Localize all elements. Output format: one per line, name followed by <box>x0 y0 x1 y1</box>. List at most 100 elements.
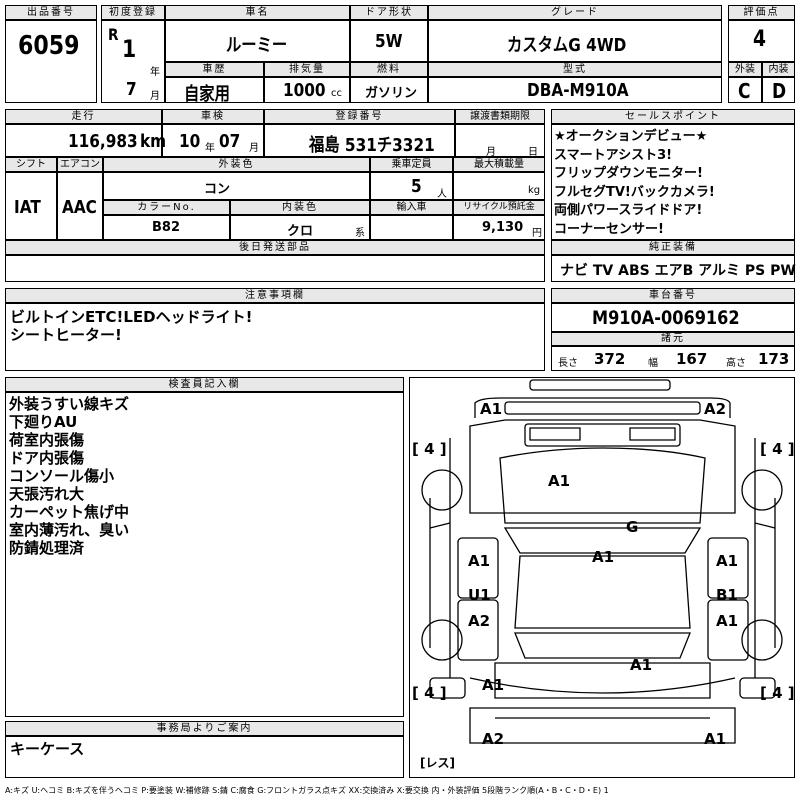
tire-depth: 4 <box>772 684 783 702</box>
inspector-line: 天張汚れ大 <box>9 485 85 503</box>
reg-box: 福島 531チ3321 <box>264 124 455 157</box>
inspector-box: 外装うすい線キズ 下廻りAU 荷室内張傷 ドア内張傷 コンソール傷小 天張汚れ大… <box>5 392 404 717</box>
score: 4 <box>753 27 767 52</box>
mileage-label: 走行 <box>5 109 162 124</box>
inspection-label: 車検 <box>162 109 264 124</box>
office-label: 事務局よりご案内 <box>5 721 404 736</box>
month-unit: 月 <box>150 91 160 102</box>
spare-tire: [レス] <box>420 756 455 770</box>
mileage-box: 116,983 km <box>5 124 166 157</box>
displacement-label: 排気量 <box>264 62 350 77</box>
sales-line: ★オークションデビュー★ <box>554 129 708 144</box>
mark-front-right: A2 <box>704 400 727 418</box>
spare-value: レス <box>425 756 450 770</box>
load-box: kg <box>453 172 545 200</box>
mark-back-door: A1 <box>630 656 653 674</box>
door-type: 5W <box>375 31 403 52</box>
mark-rear-left-quarter: A1 <box>482 676 505 694</box>
exterior-label: 外装 <box>728 62 762 77</box>
later-box <box>5 255 545 282</box>
tire-depth: 4 <box>772 440 783 458</box>
model-box: DBA-M910A <box>428 77 722 103</box>
sales-line: フリップダウンモニター! <box>554 166 703 181</box>
chassis-label: 車台番号 <box>551 288 795 303</box>
inspector-line: 防錆処理済 <box>9 539 85 557</box>
history-box: 自家用 <box>165 77 264 105</box>
displacement-box: 1000 cc <box>264 77 350 103</box>
reg-number: 福島 531チ3321 <box>309 135 435 156</box>
inspection-box: 10 年 07 月 <box>162 124 264 157</box>
history-label: 車歴 <box>165 62 264 77</box>
tire-depth: 4 <box>424 684 435 702</box>
first-reg-year: 1 <box>122 35 137 63</box>
transfer-day: 日 <box>528 147 538 158</box>
score-box: 4 <box>728 20 795 62</box>
mark-roof: A1 <box>592 548 615 566</box>
car-name-label: 車名 <box>165 5 350 20</box>
transfer-label: 譲渡書類期限 <box>455 109 545 124</box>
mark-front-left: A1 <box>480 400 503 418</box>
car-diagram-svg <box>421 379 783 744</box>
width: 167 <box>676 350 708 368</box>
length-label: 長さ <box>558 358 578 369</box>
color-box: コン <box>103 172 370 200</box>
tire-front-right: [ 4 ] <box>760 440 795 458</box>
legend: A:キズ U:ヘコミ B:キズを伴うヘコミ P:要塗装 W:補修跡 S:錆 C:… <box>5 786 609 795</box>
equipment-box: ナビ TV ABS エアB アルミ PS PW <box>551 255 796 282</box>
inspector-line: コンソール傷小 <box>9 467 115 485</box>
height: 173 <box>758 350 790 368</box>
lot-label: 出品番号 <box>5 5 97 20</box>
displacement-unit: cc <box>331 88 342 99</box>
mark-right-rear-low: A1 <box>716 612 739 630</box>
fuel: ガソリン <box>365 86 418 101</box>
spec-label: 諸元 <box>551 332 795 346</box>
grade-box: カスタムG 4WD <box>428 20 722 62</box>
color-no: B82 <box>152 220 180 235</box>
int-color-box: クロ 系 <box>230 215 370 240</box>
capacity-unit: 人 <box>437 189 447 200</box>
interior-label: 内装 <box>762 62 795 77</box>
capacity: 5 <box>411 176 422 197</box>
chassis-box: M910A-0069162 <box>551 303 795 332</box>
first-reg-box: R 1 年 7 月 <box>101 20 165 103</box>
exterior-score: C <box>738 79 751 103</box>
car-name-box: ルーミー <box>165 20 350 62</box>
reg-label: 登録番号 <box>264 109 455 124</box>
spec-box: 長さ 372 幅 167 高さ 173 <box>551 346 795 371</box>
era: R <box>108 25 119 44</box>
recycle-unit: 円 <box>532 228 542 239</box>
inspector-line: 室内薄汚れ、臭い <box>9 521 130 539</box>
interior-score: D <box>772 79 787 103</box>
color-no-label: カラーNo. <box>103 200 230 215</box>
later-label: 後日発送部品 <box>5 240 545 255</box>
interior-box: D <box>762 77 795 103</box>
width-label: 幅 <box>648 358 658 369</box>
inspector-list: 外装うすい線キズ 下廻りAU 荷室内張傷 ドア内張傷 コンソール傷小 天張汚れ大… <box>9 395 129 557</box>
first-reg-month: 7 <box>126 79 137 100</box>
inspector-line: 荷室内張傷 <box>9 431 85 449</box>
inspector-line: カーペット焦げ中 <box>9 503 130 521</box>
lot-number: 6059 <box>18 31 80 61</box>
import-box <box>370 215 453 240</box>
first-reg-label: 初度登録 <box>101 5 165 20</box>
transfer-box: 月 日 <box>455 124 545 158</box>
model-label: 型式 <box>428 62 722 77</box>
inspector-line: 外装うすい線キズ <box>9 395 130 413</box>
displacement: 1000 <box>283 80 326 101</box>
caution-box: ビルトインETC!LEDヘッドライト! シートヒーター! <box>5 303 545 371</box>
insp-month: 07 <box>219 131 241 152</box>
mark-right-front-door: A1 <box>716 552 739 570</box>
int-color-label: 内装色 <box>230 200 370 215</box>
equipment-label: 純正装備 <box>551 240 795 255</box>
mark-hood: A1 <box>548 472 571 490</box>
int-color: クロ <box>287 224 314 239</box>
history: 自家用 <box>184 84 230 105</box>
shift-box: IAT <box>5 172 57 240</box>
fuel-label: 燃料 <box>350 62 428 77</box>
insp-year: 10 <box>179 131 201 152</box>
mark-left-rear-door: U1 <box>468 586 491 604</box>
exterior-box: C <box>728 77 762 103</box>
caution-label: 注意事項欄 <box>5 288 545 303</box>
mileage: 116,983 <box>68 131 138 152</box>
sales-box: ★オークションデビュー★ スマートアシスト3! フリップダウンモニター! フルセ… <box>551 124 795 240</box>
